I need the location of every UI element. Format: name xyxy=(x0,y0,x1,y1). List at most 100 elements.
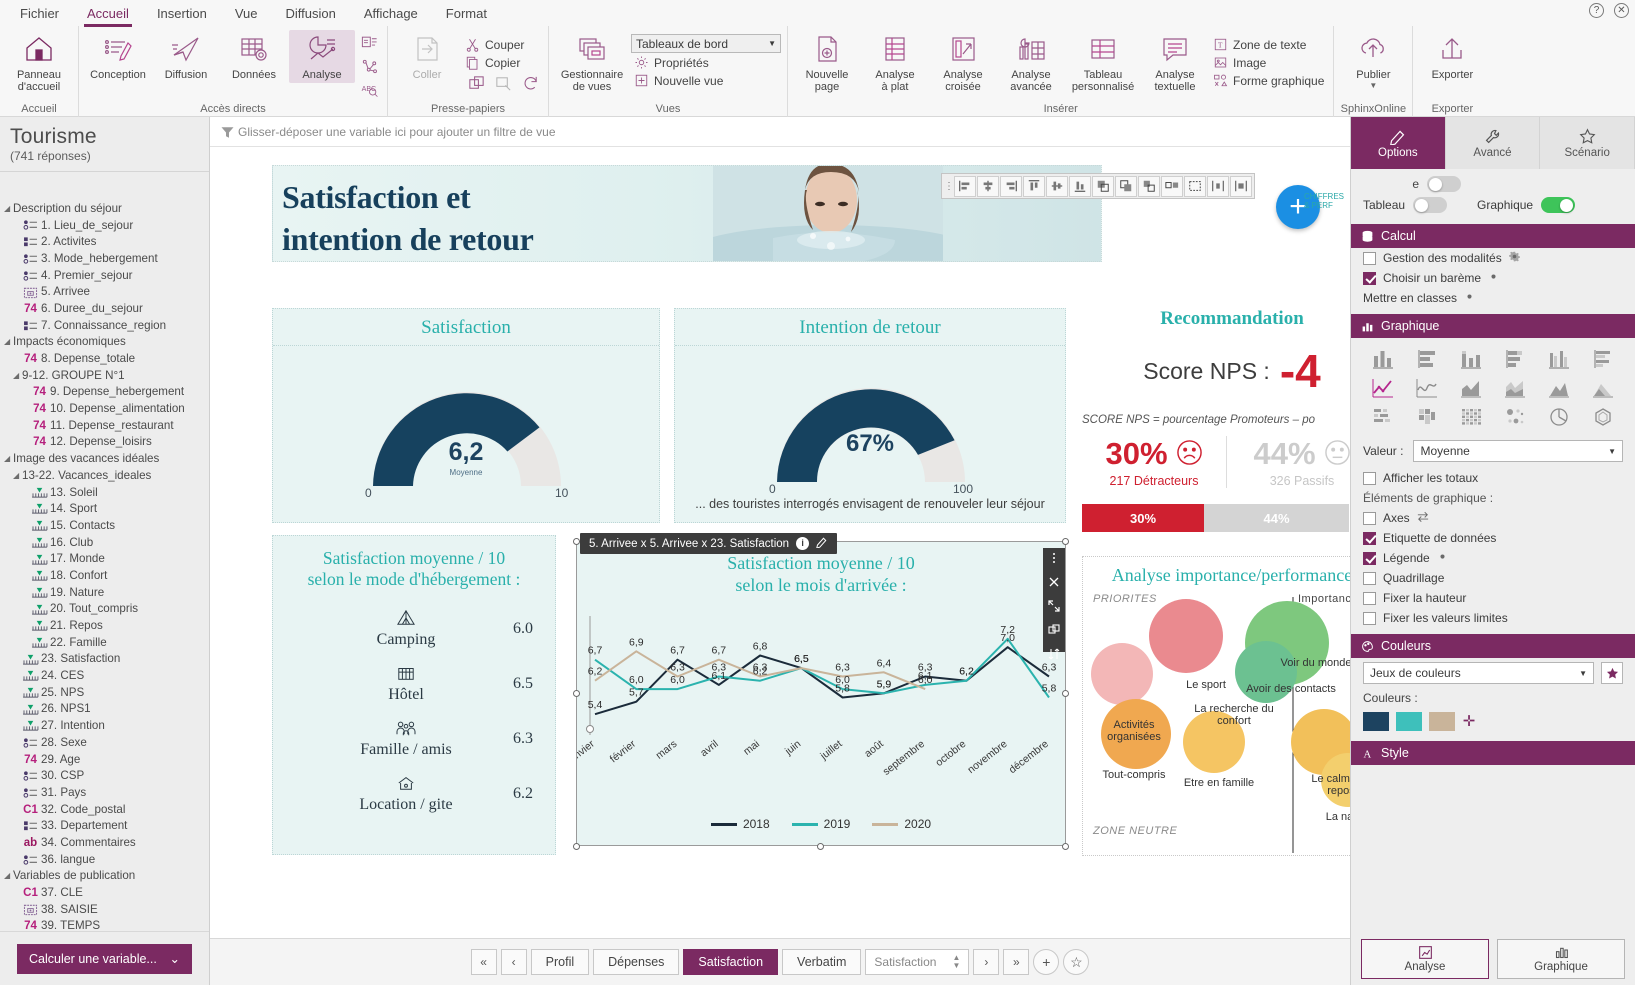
gear-icon[interactable] xyxy=(1437,551,1448,565)
close-icon[interactable]: ✕ xyxy=(1614,3,1629,18)
analyse-a-plat-button[interactable]: Analyse à plat xyxy=(862,30,928,95)
menu-tab-diffusion[interactable]: Diffusion xyxy=(271,3,349,24)
bottom-tab-graphique[interactable]: Graphique xyxy=(1497,939,1625,979)
send-back-icon[interactable] xyxy=(1115,175,1137,197)
graphique-toggle[interactable] xyxy=(1541,197,1576,213)
tree-item[interactable]: 22. Famille xyxy=(0,634,209,651)
align-middle-icon[interactable] xyxy=(1046,175,1068,197)
tree-item[interactable]: 26. NPS1 xyxy=(0,701,209,718)
column-chart-icon[interactable] xyxy=(1363,346,1404,372)
variables-tree[interactable]: ◢ Description du séjour 1. Lieu_de_sejour 2… xyxy=(0,200,209,931)
analyse-avancee-button[interactable]: Analyse avancée xyxy=(998,30,1064,95)
distribute-h-icon[interactable] xyxy=(1207,175,1229,197)
tab-options[interactable]: Options xyxy=(1351,117,1446,169)
bring-front-icon[interactable] xyxy=(1092,175,1114,197)
resize-handle-br[interactable] xyxy=(1062,843,1069,850)
chart-type-grid[interactable] xyxy=(1351,338,1635,434)
copier-button[interactable]: Copier xyxy=(462,54,542,71)
nouvelle-page-button[interactable]: Nouvelle page xyxy=(794,30,860,95)
gear-icon[interactable] xyxy=(1508,251,1520,265)
afficher-totaux-checkbox[interactable] xyxy=(1363,471,1376,485)
tree-item[interactable]: 74 6. Duree_du_sejour xyxy=(0,300,209,317)
tree-item[interactable]: 31. Pays xyxy=(0,784,209,801)
choisir-bareme-checkbox[interactable] xyxy=(1363,271,1376,285)
resize-handle-bl[interactable] xyxy=(573,843,580,850)
line-chart-icon[interactable] xyxy=(1363,375,1404,401)
tree-item[interactable]: 74 9. Depense_hebergement xyxy=(0,384,209,401)
tree-item[interactable]: 24. CES xyxy=(0,667,209,684)
help-icon[interactable]: ? xyxy=(1589,3,1604,18)
tree-item[interactable]: ◢ Image des vacances idéales xyxy=(0,450,209,467)
sort-icon[interactable] xyxy=(1048,648,1060,663)
gear-icon[interactable] xyxy=(1488,271,1499,285)
caret-icon[interactable]: ◢ xyxy=(4,204,13,213)
caret-icon[interactable]: ◢ xyxy=(13,471,22,480)
mountain-chart-icon[interactable] xyxy=(1538,375,1579,401)
tab-avance[interactable]: Avancé xyxy=(1445,117,1541,169)
tree-item[interactable]: 74 8. Depense_totale xyxy=(0,350,209,367)
calculer-variable-button[interactable]: Calculer une variable... ⌄ xyxy=(17,943,192,974)
tree-item[interactable]: 74 29. Age xyxy=(0,751,209,768)
menu-tab-format[interactable]: Format xyxy=(432,3,501,24)
add-color-icon[interactable]: ✛ xyxy=(1462,714,1476,729)
option-afficher-totaux[interactable]: Afficher les totaux xyxy=(1351,468,1635,488)
group-icon[interactable] xyxy=(1138,175,1160,197)
duplicate-icon[interactable] xyxy=(1048,624,1060,639)
option-mettre-en-classes[interactable]: Mettre en classes xyxy=(1351,288,1635,308)
gear-icon[interactable] xyxy=(1464,291,1475,305)
heatmap-icon[interactable] xyxy=(1363,404,1404,430)
tree-item[interactable]: 21. Repos xyxy=(0,617,209,634)
stacked-column-icon[interactable] xyxy=(1451,346,1492,372)
more-vertical-icon[interactable]: ⋮ xyxy=(944,181,954,192)
tree-item[interactable]: ab 34. Commentaires xyxy=(0,834,209,851)
zone-de-texte-button[interactable]: T Zone de texte xyxy=(1210,36,1327,53)
legend-item-2019[interactable]: 2019 xyxy=(791,817,850,831)
caret-icon[interactable]: ◢ xyxy=(13,371,22,380)
menu-tab-affichage[interactable]: Affichage xyxy=(350,3,432,24)
analyse-button[interactable]: Analyse xyxy=(289,30,355,83)
caret-icon[interactable]: ◢ xyxy=(4,337,13,346)
align-top-icon[interactable] xyxy=(1023,175,1045,197)
tree-item[interactable]: 20. Tout_compris xyxy=(0,601,209,618)
option-legende[interactable]: Légende xyxy=(1351,548,1635,568)
monthly-satisfaction-chart-card[interactable]: Satisfaction moyenne / 10 selon le mois … xyxy=(576,541,1066,846)
treemap-icon[interactable] xyxy=(1407,404,1448,430)
color-swatch-1[interactable] xyxy=(1363,712,1389,731)
add-page-button[interactable]: + xyxy=(1033,949,1060,975)
nav-first-button[interactable]: « xyxy=(470,949,497,975)
exporter-button[interactable]: Exporter xyxy=(1419,30,1485,83)
tree-item[interactable]: 74 10. Depense_alimentation xyxy=(0,400,209,417)
tree-item[interactable]: 33. Departement xyxy=(0,817,209,834)
image-button[interactable]: Image xyxy=(1210,54,1327,71)
spline-chart-icon[interactable] xyxy=(1407,375,1448,401)
page-selector[interactable]: Satisfaction ▲ ▼ xyxy=(865,949,970,975)
gestion-modalites-checkbox[interactable] xyxy=(1363,251,1376,265)
tree-item[interactable]: 36. langue xyxy=(0,851,209,868)
tree-item[interactable]: ◢ Description du séjour xyxy=(0,200,209,217)
distribute-v-icon[interactable] xyxy=(1230,175,1252,197)
format-painter-icon[interactable] xyxy=(491,72,515,94)
analyse-croisee-button[interactable]: Analyse croisée xyxy=(930,30,996,95)
bar-chart-h-icon[interactable] xyxy=(1407,346,1448,372)
tree-item[interactable]: 4. Premier_sejour xyxy=(0,267,209,284)
palette-favorite-button[interactable] xyxy=(1601,662,1623,684)
grouped-bar-icon[interactable] xyxy=(1582,346,1623,372)
tree-item[interactable]: 14. Sport xyxy=(0,500,209,517)
mosaic-icon[interactable] xyxy=(1451,404,1492,430)
vues-dropdown[interactable]: Tableaux de bord ▼ xyxy=(631,34,781,53)
tree-item[interactable]: 74 11. Depense_restaurant xyxy=(0,417,209,434)
legend-item-2018[interactable]: 2018 xyxy=(710,817,770,831)
coller-button[interactable]: Coller xyxy=(394,30,460,83)
menu-tab-fichier[interactable]: Fichier xyxy=(6,3,73,24)
couper-button[interactable]: Couper xyxy=(462,36,542,53)
tree-item[interactable]: 25. NPS xyxy=(0,684,209,701)
page-tab-profil[interactable]: Profil xyxy=(530,949,590,975)
fixer-hauteur-checkbox[interactable] xyxy=(1363,591,1376,605)
resize-handle-bc[interactable] xyxy=(817,843,824,850)
stacked-area-icon[interactable] xyxy=(1494,375,1535,401)
tree-item[interactable]: ◢ 9-12. GROUPE N°1 xyxy=(0,367,209,384)
nav-next-button[interactable]: › xyxy=(973,949,1000,975)
favorite-page-button[interactable]: ☆ xyxy=(1063,949,1090,975)
proprietes-button[interactable]: Propriétés xyxy=(631,54,781,71)
tree-item[interactable]: C1 32. Code_postal xyxy=(0,801,209,818)
